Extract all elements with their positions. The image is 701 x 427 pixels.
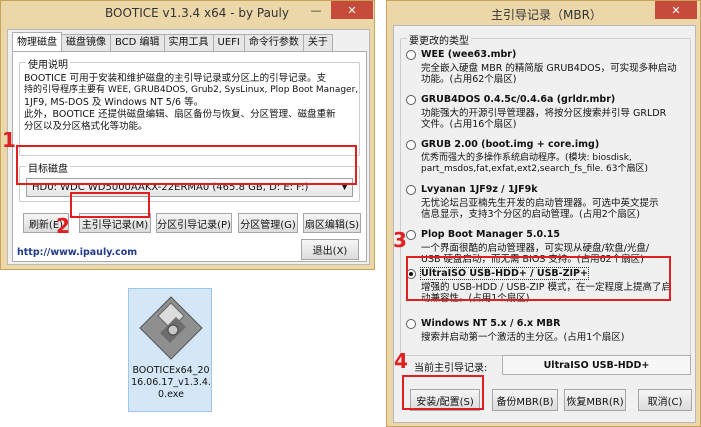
desc-line: 信息显示，支持3个分区的启动管理。(占用2个扇区) [421, 209, 641, 220]
option-desc-grub4dos: 功能强大的开源引导管理器，将按分区搜索并引导 GRLDR 文件。(占用16个扇区… [421, 108, 666, 130]
radio-grub4dos[interactable] [406, 95, 416, 105]
website-link[interactable]: http://www.ipauly.com [17, 247, 137, 258]
annotation-number-1: 1 [2, 128, 16, 152]
option-desc-grub2: 优秀而强大的多操作系统启动程序。(模块: biosdisk, part_msdo… [421, 153, 648, 175]
backup-mbr-button[interactable]: 备份MBR(B) [492, 389, 558, 411]
highlight-target-disk [16, 145, 357, 185]
window-title: BOOTICE v1.3.4 x64 - by Pauly [105, 6, 289, 20]
mbr-dialog: 主引导记录（MBR） ✕ 要更改的类型 WEE (wee63.mbr) 完全嵌入… [386, 0, 701, 427]
usage-line: 此外，BOOTICE 还提供磁盘编辑、扇区备份与恢复、分区管理、磁盘重新 [24, 109, 336, 120]
exit-button[interactable]: 退出(X) [301, 239, 359, 260]
annotation-number-4: 4 [394, 349, 408, 373]
option-title-windows-nt: Windows NT 5.x / 6.x MBR [421, 318, 561, 329]
type-group-label: 要更改的类型 [407, 32, 471, 47]
floppy-disk-icon [139, 296, 203, 360]
tab-physical-disk[interactable]: 物理磁盘 [12, 32, 62, 52]
dialog-title: 主引导记录（MBR） [491, 8, 602, 22]
restore-mbr-button[interactable]: 恢复MBR(R) [564, 389, 626, 411]
tab-bar: 物理磁盘 磁盘镜像 BCD 编辑 实用工具 UEFI 命令行参数 关于 [12, 32, 333, 52]
option-title-lvyanan: Lvyanan 1JF9z / 1JF9k [421, 184, 538, 195]
radio-grub2[interactable] [406, 140, 416, 150]
title-bar[interactable]: BOOTICE v1.3.4 x64 - by Pauly — ✕ [1, 1, 374, 25]
highlight-install-button [402, 375, 484, 410]
radio-plop[interactable] [406, 230, 416, 240]
close-button[interactable]: ✕ [331, 1, 373, 19]
usage-line: 1JF9, MS-DOS 及 Windows NT 5/6 等。 [24, 97, 204, 108]
pbr-button[interactable]: 分区引导记录(P) [156, 213, 232, 233]
usage-line: BOOTICE 可用于安装和维护磁盘的主引导记录或分区上的引导记录。支 [24, 73, 327, 84]
tab-cmdline[interactable]: 命令行参数 [243, 34, 304, 52]
option-title-grub4dos: GRUB4DOS 0.4.5c/0.4.6a (grldr.mbr) [421, 94, 616, 105]
desc-line: 功能。(占用62个扇区) [421, 74, 517, 85]
type-group: 要更改的类型 WEE (wee63.mbr) 完全嵌入硬盘 MBR 的精简版 G… [400, 32, 691, 356]
current-mbr-value: UltraISO USB-HDD+ [543, 360, 650, 371]
option-title-wee: WEE (wee63.mbr) [421, 49, 517, 60]
sector-edit-button[interactable]: 扇区编辑(S) [303, 213, 361, 233]
desc-line: part_msdos,fat,exfat,ext2,search_fs_file… [421, 164, 648, 174]
desc-line: 完全嵌入硬盘 MBR 的精简版 GRUB4DOS，可实现多种启动 [421, 63, 677, 74]
highlight-ultraiso-option [406, 256, 671, 301]
option-desc-wee: 完全嵌入硬盘 MBR 的精简版 GRUB4DOS，可实现多种启动 功能。(占用6… [421, 63, 677, 85]
file-name-line: 16.06.17_v1.3.4. [131, 377, 211, 388]
desc-line: 功能强大的开源引导管理器，将按分区搜索并引导 GRLDR [421, 108, 667, 119]
tab-uefi[interactable]: UEFI [212, 34, 245, 52]
usage-label: 使用说明 [26, 56, 70, 71]
desc-line: 文件。(占用16个扇区) [421, 119, 517, 130]
current-mbr-field: UltraISO USB-HDD+ [502, 355, 691, 375]
partition-manage-button[interactable]: 分区管理(G) [238, 213, 298, 233]
option-title-plop: Plop Boot Manager 5.0.15 [421, 229, 560, 240]
tab-disk-image[interactable]: 磁盘镜像 [61, 34, 111, 52]
desc-line: 一个界面很酷的启动管理器，可实现从硬盘/软盘/光盘/ [421, 243, 650, 254]
usage-line: 持的引导程序主要有 WEE, GRUB4DOS, Grub2, SysLinux… [24, 85, 359, 95]
radio-wee[interactable] [406, 50, 416, 60]
desktop-file-icon[interactable]: BOOTICEx64_20 16.06.17_v1.3.4. 0.exe [128, 288, 212, 412]
tab-bcd-edit[interactable]: BCD 编辑 [110, 34, 165, 52]
dialog-client-area: 要更改的类型 WEE (wee63.mbr) 完全嵌入硬盘 MBR 的精简版 G… [393, 25, 696, 423]
option-desc-windows-nt: 搜索并启动第一个激活的主分区。(占用1个扇区) [421, 332, 624, 343]
option-title-grub2: GRUB 2.00 (boot.img + core.img) [421, 139, 600, 150]
annotation-number-2: 2 [56, 214, 70, 238]
tab-utilities[interactable]: 实用工具 [163, 34, 214, 52]
tab-about[interactable]: 关于 [302, 34, 333, 52]
highlight-mbr-button [70, 192, 150, 218]
dialog-close-button[interactable]: ✕ [655, 1, 697, 19]
desc-line: 无忧论坛吕亚楠先生开发的启动管理器。可选中英文提示 [421, 198, 659, 209]
annotation-number-3: 3 [393, 228, 407, 252]
minimize-button[interactable]: — [303, 1, 329, 19]
dialog-title-bar[interactable]: 主引导记录（MBR） ✕ [387, 1, 700, 25]
option-desc-lvyanan: 无忧论坛吕亚楠先生开发的启动管理器。可选中英文提示 信息显示，支持3个分区的启动… [421, 198, 659, 220]
radio-lvyanan[interactable] [406, 185, 416, 195]
file-name-line: 0.exe [158, 389, 184, 400]
radio-windows-nt[interactable] [406, 319, 416, 329]
cancel-button[interactable]: 取消(C) [638, 389, 692, 411]
current-mbr-label: 当前主引导记录: [414, 363, 488, 374]
file-name-line: BOOTICEx64_20 [132, 365, 210, 376]
usage-line: 分区以及分区格式化等功能。 [24, 121, 148, 132]
desc-line: 优秀而强大的多操作系统启动程序。(模块: biosdisk, [421, 153, 632, 163]
file-name: BOOTICEx64_20 16.06.17_v1.3.4. 0.exe [129, 365, 213, 401]
desc-line: 搜索并启动第一个激活的主分区。(占用1个扇区) [421, 332, 625, 343]
usage-group: 使用说明 BOOTICE 可用于安装和维护磁盘的主引导记录或分区上的引导记录。支… [19, 56, 360, 156]
